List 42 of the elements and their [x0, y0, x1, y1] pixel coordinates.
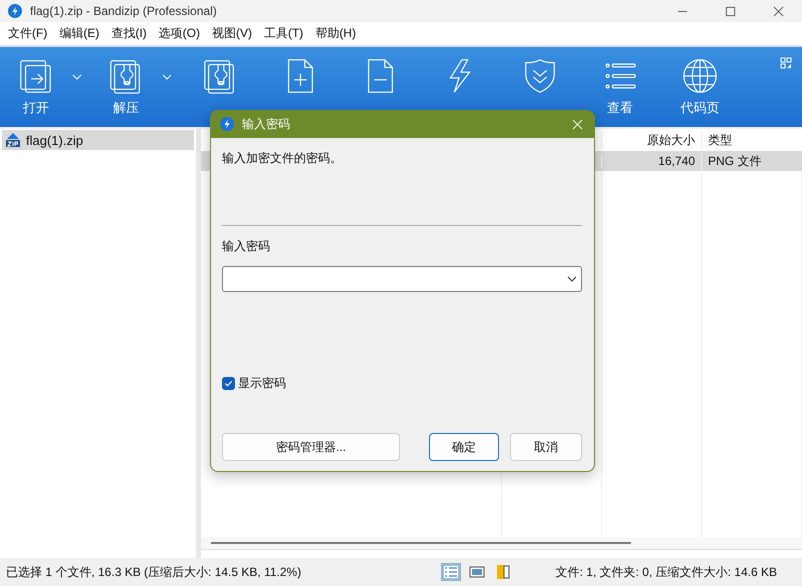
dialog-title: 输入密码: [242, 116, 290, 132]
thumbnail-view-icon[interactable]: [468, 564, 486, 580]
dialog-button[interactable]: 密码管理器...: [222, 433, 400, 461]
checkmark-icon: [223, 378, 234, 389]
field-label: 输入密码: [222, 238, 271, 255]
toolbar-button[interactable]: 查看: [580, 47, 660, 117]
checkbox[interactable]: [222, 377, 235, 390]
column-header[interactable]: 原始大小: [601, 132, 701, 148]
grid-icon[interactable]: [780, 57, 792, 69]
caret-icon[interactable]: [162, 74, 172, 80]
table-cell: 16,740: [601, 154, 701, 168]
status-summary: 文件: 1, 文件夹: 0, 压缩文件大小: 14.6 KB: [556, 564, 777, 580]
menu-item[interactable]: 选项(O): [152, 25, 206, 42]
checkbox-label[interactable]: 显示密码: [238, 375, 286, 392]
menu-item[interactable]: 帮助(H): [309, 25, 362, 42]
menu-item[interactable]: 视图(V): [206, 25, 258, 42]
toolbar-button[interactable]: 代码页: [660, 47, 740, 117]
dialog-button[interactable]: 取消: [510, 433, 582, 461]
toolbar-button[interactable]: 打开: [0, 47, 72, 117]
table-cell: PNG 文件: [701, 152, 801, 170]
password-field[interactable]: [222, 266, 582, 292]
close-icon[interactable]: [773, 6, 784, 16]
app-logo-icon: [220, 117, 234, 131]
status-text: 已选择 1 个文件, 16.3 KB (压缩后大小: 14.5 KB, 11.2%): [6, 564, 302, 580]
dialog-button[interactable]: 确定: [429, 433, 499, 461]
caret-icon[interactable]: [72, 74, 82, 80]
zip-file-icon: [5, 132, 21, 148]
caret-icon: [567, 276, 577, 282]
details-view-icon[interactable]: [442, 564, 460, 580]
tree-item[interactable]: flag(1).zip: [2, 130, 194, 150]
menu-item[interactable]: 编辑(E): [53, 25, 106, 42]
menu-item[interactable]: 文件(F): [2, 25, 54, 42]
window-title: flag(1).zip - Bandizip (Professional): [30, 4, 217, 18]
dialog-message: 输入加密文件的密码。: [222, 150, 343, 167]
menu-item[interactable]: 工具(T): [258, 25, 310, 42]
column-header[interactable]: 类型: [701, 132, 801, 148]
menu-item[interactable]: 查找(I): [105, 25, 153, 42]
globe-icon: [681, 57, 719, 95]
app-logo-icon: [8, 4, 22, 18]
maximize-icon[interactable]: [725, 6, 736, 16]
scrollbar-thumb[interactable]: [211, 542, 631, 544]
toolbar-button[interactable]: 解压: [90, 47, 162, 117]
